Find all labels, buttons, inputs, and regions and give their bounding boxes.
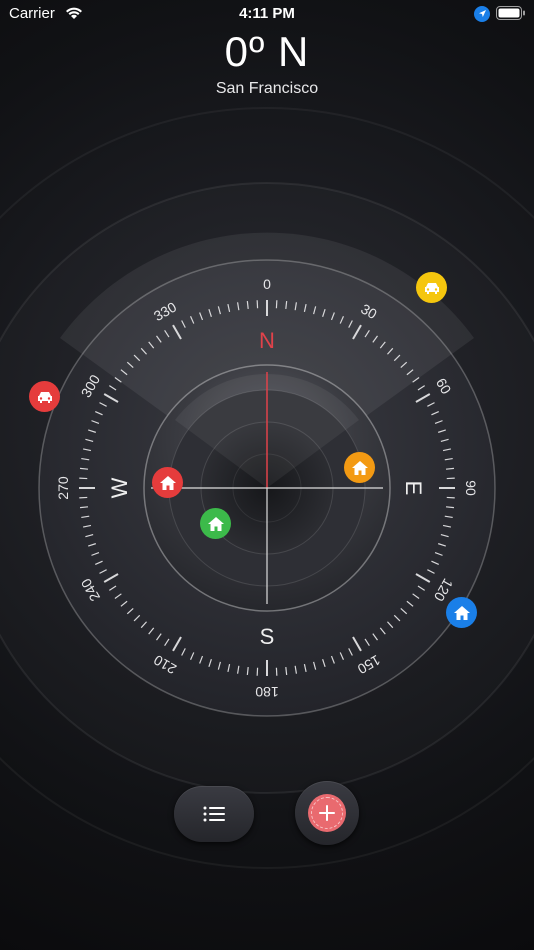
dial-tick xyxy=(246,666,249,676)
dial-tick xyxy=(246,300,249,310)
list-icon xyxy=(203,806,225,822)
car-marker-red[interactable] xyxy=(29,381,60,412)
home-marker-blue[interactable] xyxy=(446,597,477,628)
home-icon xyxy=(453,605,470,620)
dial-tick xyxy=(445,506,455,509)
home-icon xyxy=(351,460,368,475)
add-icon xyxy=(319,805,335,821)
home-marker-red[interactable] xyxy=(152,467,183,498)
add-location-button[interactable] xyxy=(295,781,359,845)
car-marker-yellow[interactable] xyxy=(416,272,447,303)
degree-label: 270 xyxy=(55,476,71,500)
degree-label: 180 xyxy=(255,684,279,700)
car-icon xyxy=(424,282,439,294)
add-button-ring xyxy=(311,797,343,829)
dial-tick xyxy=(79,467,89,470)
cardinal-east: E xyxy=(401,481,426,496)
cardinal-north: N xyxy=(259,328,275,353)
home-icon xyxy=(207,516,224,531)
dial-tick xyxy=(285,666,288,676)
dial-tick xyxy=(445,467,455,470)
degree-label: 0 xyxy=(263,276,271,292)
home-icon xyxy=(159,475,176,490)
car-icon xyxy=(37,391,52,403)
degree-label: 90 xyxy=(463,480,479,496)
cardinal-west: W xyxy=(107,477,132,498)
compass-dial: 0306090120150180210240270300330 N S E W xyxy=(0,107,534,869)
list-button[interactable] xyxy=(174,786,254,842)
cardinal-south: S xyxy=(260,624,275,649)
home-marker-orange[interactable] xyxy=(344,452,375,483)
dial-tick xyxy=(285,300,288,310)
add-button-inner xyxy=(308,794,346,832)
home-marker-green[interactable] xyxy=(200,508,231,539)
dial-tick xyxy=(79,506,89,509)
